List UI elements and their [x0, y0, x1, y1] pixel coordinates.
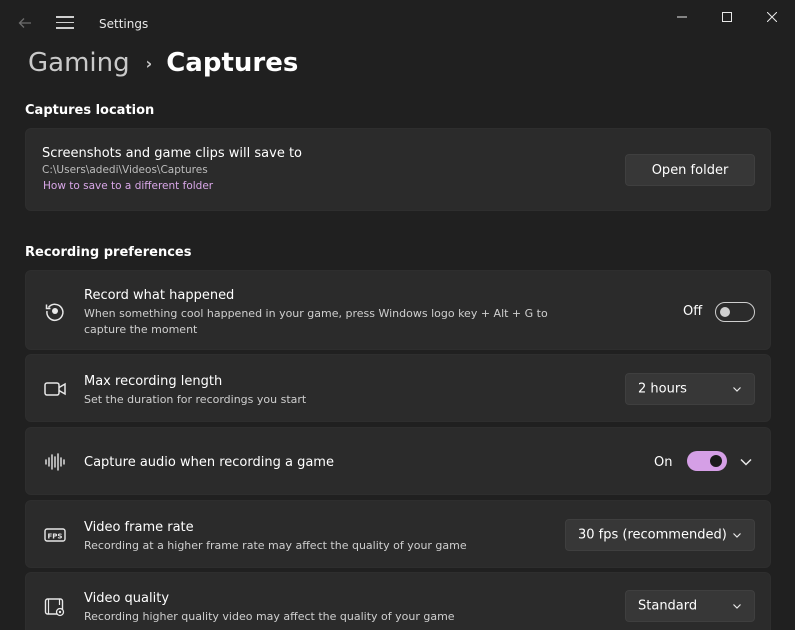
captures-path: C:\Users\adedi\Videos\Captures: [42, 164, 208, 176]
video-settings-icon: [44, 596, 66, 618]
chevron-down-icon: [733, 604, 741, 609]
video-quality-title: Video quality: [84, 591, 170, 606]
video-frame-rate-dropdown[interactable]: 30 fps (recommended): [565, 519, 755, 551]
minimize-button[interactable]: [659, 0, 705, 34]
breadcrumb: Gaming › Captures: [28, 48, 298, 78]
hamburger-menu-icon[interactable]: [56, 16, 74, 30]
open-folder-button[interactable]: Open folder: [625, 154, 755, 186]
breadcrumb-chevron-icon: ›: [145, 53, 153, 73]
record-what-happened-desc-line1: When something cool happened in your gam…: [84, 307, 548, 320]
capture-audio-toggle[interactable]: [687, 451, 727, 471]
video-frame-rate-title: Video frame rate: [84, 520, 194, 535]
chevron-down-icon: [733, 387, 741, 392]
close-button[interactable]: [749, 0, 795, 34]
save-location-help-link[interactable]: How to save to a different folder: [43, 180, 213, 192]
video-frame-rate-value: 30 fps (recommended): [578, 527, 727, 543]
capture-audio-state: On: [654, 455, 673, 470]
maximize-button[interactable]: [704, 0, 750, 34]
record-what-happened-toggle[interactable]: [715, 302, 755, 322]
video-quality-card: Video quality Recording higher quality v…: [25, 572, 771, 630]
record-what-happened-card: Record what happened When something cool…: [25, 270, 771, 350]
chevron-down-icon[interactable]: [739, 455, 753, 469]
fps-icon: FPS: [44, 524, 66, 546]
minimize-icon: [677, 16, 687, 18]
record-what-happened-desc-line2: capture the moment: [84, 323, 198, 336]
video-camera-icon: [44, 378, 66, 400]
window-title: Settings: [99, 17, 149, 31]
max-recording-length-dropdown[interactable]: 2 hours: [625, 373, 755, 405]
back-arrow-icon[interactable]: [14, 14, 36, 36]
captures-location-heading: Captures location: [25, 103, 155, 118]
max-recording-length-title: Max recording length: [84, 374, 223, 389]
recording-preferences-heading: Recording preferences: [25, 245, 192, 260]
video-frame-rate-card: FPS Video frame rate Recording at a high…: [25, 500, 771, 568]
page-title: Captures: [166, 48, 299, 78]
captures-location-title: Screenshots and game clips will save to: [42, 146, 303, 161]
record-what-happened-title: Record what happened: [84, 288, 235, 303]
max-recording-length-desc: Set the duration for recordings you star…: [84, 393, 307, 406]
breadcrumb-gaming[interactable]: Gaming: [28, 48, 130, 78]
maximize-icon: [722, 12, 732, 22]
capture-audio-card[interactable]: Capture audio when recording a game On: [25, 427, 771, 495]
record-history-icon: [44, 300, 66, 322]
record-what-happened-state: Off: [683, 304, 703, 319]
video-frame-rate-desc: Recording at a higher frame rate may aff…: [84, 539, 467, 552]
captures-location-card: Screenshots and game clips will save to …: [25, 128, 771, 211]
audio-waveform-icon: [44, 451, 66, 473]
max-recording-length-card: Max recording length Set the duration fo…: [25, 354, 771, 422]
capture-audio-title: Capture audio when recording a game: [84, 455, 334, 470]
max-recording-length-value: 2 hours: [638, 381, 687, 397]
chevron-down-icon: [733, 533, 741, 538]
title-bar: Settings: [0, 0, 795, 50]
svg-text:FPS: FPS: [48, 532, 63, 540]
close-icon: [767, 12, 777, 22]
video-quality-dropdown[interactable]: Standard: [625, 590, 755, 622]
video-quality-desc: Recording higher quality video may affec…: [84, 610, 455, 623]
video-quality-value: Standard: [638, 598, 698, 614]
